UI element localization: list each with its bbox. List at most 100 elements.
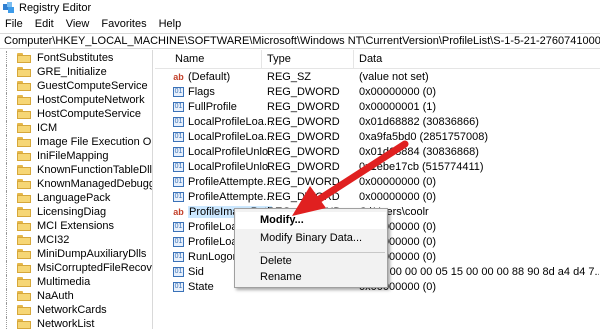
tree-item[interactable]: MCI Extensions xyxy=(0,219,152,233)
tree-item[interactable]: GRE_Initialize xyxy=(0,65,152,79)
value-row[interactable]: 01 LocalProfileUnlo... REG_DWORD 0x1ebe17cb… xyxy=(155,160,600,175)
binary-value-icon: 01 xyxy=(173,282,184,292)
value-type: REG_DWORD xyxy=(267,86,340,98)
ab-string-icon: ab xyxy=(173,207,184,217)
context-menu-modify[interactable]: Modify... xyxy=(236,212,386,229)
value-data: 0x00000000 (0) xyxy=(359,221,437,233)
key-tree-pane[interactable]: FontSubstitutes GRE_Initialize GuestComput… xyxy=(0,50,153,329)
value-row[interactable]: 01 ProfileAttempte... REG_DWORD 0x00000000 … xyxy=(155,175,600,190)
folder-icon xyxy=(17,165,31,175)
folder-icon xyxy=(17,81,31,91)
tree-item[interactable]: HostComputeService xyxy=(0,107,152,121)
folder-icon xyxy=(17,109,31,119)
column-divider[interactable] xyxy=(353,50,354,69)
menu-file[interactable]: File xyxy=(5,18,23,30)
value-row[interactable]: 01 LocalProfileLoa... REG_DWORD 0x01d68882 … xyxy=(155,115,600,130)
tree-item[interactable]: NetworkCards xyxy=(0,303,152,317)
binary-value-icon: 01 xyxy=(173,252,184,262)
folder-icon xyxy=(17,193,31,203)
value-data: 0xa9fa5bd0 (2851757008) xyxy=(359,131,489,143)
value-name: ProfileAttempte... xyxy=(188,176,272,188)
tree-item-label: MsiCorruptedFileRecovery xyxy=(37,262,152,274)
registry-editor-icon xyxy=(3,2,15,14)
value-data: 0x00000000 (0) xyxy=(359,176,437,188)
value-data: 0x1ebe17cb (515774411) xyxy=(359,161,484,173)
tree-item-label: HostComputeNetwork xyxy=(37,94,145,106)
tree-item[interactable]: HostComputeNetwork xyxy=(0,93,152,107)
folder-icon xyxy=(17,249,31,259)
tree-item[interactable]: FontSubstitutes xyxy=(0,51,152,65)
tree-item[interactable]: GuestComputeService xyxy=(0,79,152,93)
value-name: FullProfile xyxy=(188,101,237,113)
value-type: REG_DWORD xyxy=(267,146,340,158)
tree-item[interactable]: MsiCorruptedFileRecovery xyxy=(0,261,152,275)
context-menu: Modify... Modify Binary Data... Delete R… xyxy=(234,208,388,288)
tree-connector-line xyxy=(6,51,7,65)
binary-value-icon: 01 xyxy=(173,222,184,232)
value-name: LocalProfileUnlo... xyxy=(188,146,272,158)
binary-value-icon: 01 xyxy=(173,237,184,247)
folder-icon xyxy=(17,67,31,77)
value-type: REG_DWORD xyxy=(267,101,340,113)
value-row[interactable]: 01 LocalProfileLoa... REG_DWORD 0xa9fa5bd0 … xyxy=(155,130,600,145)
tree-item-label: MCI Extensions xyxy=(37,220,115,232)
value-data: 0x00000001 (1) xyxy=(359,101,437,113)
tree-item[interactable]: KnownManagedDebuggingI xyxy=(0,177,152,191)
tree-item[interactable]: ICM xyxy=(0,121,152,135)
folder-icon xyxy=(17,137,31,147)
value-row[interactable]: 01 ProfileAttempte... REG_DWORD 0x00000000 … xyxy=(155,190,600,205)
tree-item[interactable]: LicensingDiag xyxy=(0,205,152,219)
value-name: LocalProfileUnlo... xyxy=(188,161,272,173)
menu-edit[interactable]: Edit xyxy=(35,18,54,30)
tree-connector-line xyxy=(6,65,7,79)
address-bar[interactable]: Computer\HKEY_LOCAL_MACHINE\SOFTWARE\Mic… xyxy=(0,33,600,49)
tree-item-label: Image File Execution Option xyxy=(37,136,152,148)
tree-item[interactable]: KnownFunctionTableDlls xyxy=(0,163,152,177)
tree-item[interactable]: MiniDumpAuxiliaryDlls xyxy=(0,247,152,261)
value-data: 0x01d68882 (30836866) xyxy=(359,116,479,128)
value-row[interactable]: ab (Default) REG_SZ (value not set) xyxy=(155,70,600,85)
menu-view[interactable]: View xyxy=(66,18,90,30)
column-divider[interactable] xyxy=(261,50,262,69)
value-data: C:\Users\coolr xyxy=(359,206,429,218)
binary-value-icon: 01 xyxy=(173,87,184,97)
value-type: REG_DWORD xyxy=(267,116,340,128)
column-data-header[interactable]: Data xyxy=(359,53,382,65)
tree-connector-line xyxy=(6,261,7,275)
folder-icon xyxy=(17,207,31,217)
context-menu-rename[interactable]: Rename xyxy=(236,269,386,286)
tree-item-label: LicensingDiag xyxy=(37,206,107,218)
value-row[interactable]: 01 Flags REG_DWORD 0x00000000 (0) xyxy=(155,85,600,100)
tree-item[interactable]: Image File Execution Option xyxy=(0,135,152,149)
binary-value-icon: 01 xyxy=(173,117,184,127)
tree-item[interactable]: IniFileMapping xyxy=(0,149,152,163)
column-name-header[interactable]: Name xyxy=(175,53,204,65)
value-data: 0x00000000 (0) xyxy=(359,236,437,248)
tree-item[interactable]: NaAuth xyxy=(0,289,152,303)
tree-connector-line xyxy=(6,233,7,247)
folder-icon xyxy=(17,263,31,273)
value-name: Flags xyxy=(188,86,215,98)
tree-item[interactable]: Multimedia xyxy=(0,275,152,289)
tree-item[interactable]: MCI32 xyxy=(0,233,152,247)
values-header: Name Type Data xyxy=(155,50,600,69)
binary-value-icon: 01 xyxy=(173,177,184,187)
context-menu-delete[interactable]: Delete xyxy=(236,253,386,270)
value-data: 0x00000000 (0) xyxy=(359,251,437,263)
tree-item[interactable]: NetworkList xyxy=(0,317,152,329)
folder-icon xyxy=(17,53,31,63)
value-type: REG_DWORD xyxy=(267,191,340,203)
column-type-header[interactable]: Type xyxy=(267,53,291,65)
tree-item[interactable]: LanguagePack xyxy=(0,191,152,205)
folder-icon xyxy=(17,319,31,329)
menu-help[interactable]: Help xyxy=(159,18,182,30)
folder-icon xyxy=(17,151,31,161)
value-row[interactable]: 01 LocalProfileUnlo... REG_DWORD 0x01d68884… xyxy=(155,145,600,160)
menu-favorites[interactable]: Favorites xyxy=(101,18,146,30)
binary-value-icon: 01 xyxy=(173,267,184,277)
value-row[interactable]: 01 FullProfile REG_DWORD 0x00000001 (1) xyxy=(155,100,600,115)
tree-connector-line xyxy=(6,93,7,107)
tree-connector-line xyxy=(6,149,7,163)
context-menu-modify-binary[interactable]: Modify Binary Data... xyxy=(236,230,386,247)
tree-item-label: IniFileMapping xyxy=(37,150,109,162)
